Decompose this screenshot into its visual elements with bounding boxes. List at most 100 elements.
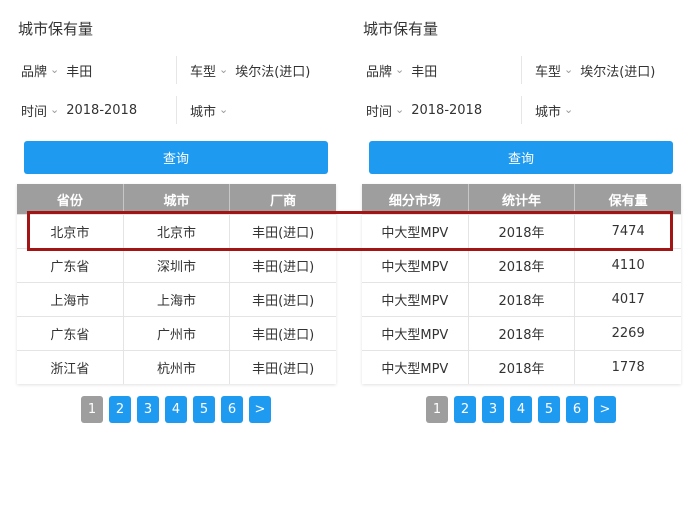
- filter-label: 城市: [190, 104, 217, 120]
- page-title: 城市保有量: [363, 20, 439, 38]
- chevron-down-icon: ⌄: [395, 102, 405, 116]
- table-cell: 上海市: [124, 283, 231, 316]
- divider: [521, 96, 522, 124]
- filter-label: 品牌: [366, 64, 393, 80]
- table-cell: 广东省: [17, 317, 124, 350]
- table-cell: 2018年: [469, 249, 576, 282]
- table-cell: 4017: [611, 292, 645, 307]
- table-cell: 中大型MPV: [362, 283, 469, 316]
- page-button-6[interactable]: 6: [221, 396, 243, 423]
- column-header[interactable]: 城市: [124, 184, 231, 214]
- chevron-down-icon: ⌄: [50, 102, 60, 116]
- chevron-down-icon: ⌄: [395, 62, 405, 76]
- filter-value: 埃尔法(进口): [235, 64, 311, 80]
- column-header[interactable]: 厂商: [230, 184, 336, 214]
- page-button-5[interactable]: 5: [193, 396, 215, 423]
- left-panel: 城市保有量 品牌 ⌄ 丰田 车型 ⌄ 埃尔法(进口) 时间 ⌄ 2018-201…: [0, 0, 340, 525]
- model-filter[interactable]: 车型 ⌄ 埃尔法(进口): [190, 58, 310, 82]
- result-table: 细分市场 统计年 保有量 中大型MPV 2018年 7474 中大型MPV 20…: [362, 184, 681, 384]
- table-cell: 丰田(进口): [252, 260, 315, 275]
- query-button[interactable]: 查询: [369, 141, 673, 174]
- column-header[interactable]: 细分市场: [362, 184, 469, 214]
- table-cell: 丰田(进口): [252, 226, 315, 241]
- table-cell: 4110: [611, 258, 645, 273]
- table-header: 细分市场 统计年 保有量: [362, 184, 681, 214]
- query-button[interactable]: 查询: [24, 141, 328, 174]
- table-row[interactable]: 中大型MPV 2018年 4017: [362, 282, 681, 316]
- table-cell: 2018年: [469, 215, 576, 248]
- table-row[interactable]: 北京市 北京市 丰田(进口): [17, 214, 336, 248]
- column-header[interactable]: 省份: [17, 184, 124, 214]
- table-cell: 中大型MPV: [362, 351, 469, 384]
- column-header[interactable]: 保有量: [575, 184, 681, 214]
- table-cell: 杭州市: [124, 351, 231, 384]
- table-cell: 深圳市: [124, 249, 231, 282]
- model-filter[interactable]: 车型 ⌄ 埃尔法(进口): [535, 58, 655, 82]
- table-cell: 上海市: [17, 283, 124, 316]
- table-row[interactable]: 广东省 深圳市 丰田(进口): [17, 248, 336, 282]
- brand-filter[interactable]: 品牌 ⌄ 丰田: [366, 58, 437, 82]
- divider: [176, 56, 177, 84]
- pagination: 1 2 3 4 5 6 >: [426, 396, 622, 423]
- right-panel: 城市保有量 品牌 ⌄ 丰田 车型 ⌄ 埃尔法(进口) 时间 ⌄ 2018-201…: [345, 0, 685, 525]
- filter-label: 品牌: [21, 64, 48, 80]
- page-button-2[interactable]: 2: [454, 396, 476, 423]
- page-button-1[interactable]: 1: [81, 396, 103, 423]
- table-cell: 广州市: [124, 317, 231, 350]
- filter-label: 城市: [535, 104, 562, 120]
- table-cell: 2018年: [469, 351, 576, 384]
- table-cell: 浙江省: [17, 351, 124, 384]
- filter-value: 埃尔法(进口): [580, 64, 656, 80]
- filter-value: 丰田: [411, 64, 438, 80]
- filter-value: 2018-2018: [411, 102, 483, 118]
- table-row[interactable]: 中大型MPV 2018年 1778: [362, 350, 681, 384]
- divider: [521, 56, 522, 84]
- city-filter[interactable]: 城市 ⌄: [190, 98, 235, 122]
- table-row[interactable]: 上海市 上海市 丰田(进口): [17, 282, 336, 316]
- table-cell: 丰田(进口): [252, 362, 315, 377]
- table-cell: 中大型MPV: [362, 317, 469, 350]
- table-cell: 中大型MPV: [362, 249, 469, 282]
- table-cell: 1778: [611, 360, 645, 375]
- table-cell: 北京市: [124, 215, 231, 248]
- chevron-down-icon: ⌄: [564, 102, 574, 116]
- next-page-button[interactable]: >: [249, 396, 271, 423]
- chevron-down-icon: ⌄: [564, 62, 574, 76]
- table-cell: 丰田(进口): [252, 328, 315, 343]
- page-button-5[interactable]: 5: [538, 396, 560, 423]
- table-cell: 广东省: [17, 249, 124, 282]
- table-row[interactable]: 中大型MPV 2018年 4110: [362, 248, 681, 282]
- time-filter[interactable]: 时间 ⌄ 2018-2018: [21, 98, 137, 122]
- table-cell: 2018年: [469, 283, 576, 316]
- table-row[interactable]: 浙江省 杭州市 丰田(进口): [17, 350, 336, 384]
- column-header[interactable]: 统计年: [469, 184, 576, 214]
- filter-label: 车型: [535, 64, 562, 80]
- page-button-4[interactable]: 4: [165, 396, 187, 423]
- page-button-3[interactable]: 3: [482, 396, 504, 423]
- filter-label: 时间: [366, 104, 393, 120]
- table-row[interactable]: 广东省 广州市 丰田(进口): [17, 316, 336, 350]
- next-page-button[interactable]: >: [594, 396, 616, 423]
- filter-value: 2018-2018: [66, 102, 138, 118]
- page-button-1[interactable]: 1: [426, 396, 448, 423]
- table-header: 省份 城市 厂商: [17, 184, 336, 214]
- chevron-down-icon: ⌄: [219, 102, 229, 116]
- page-button-3[interactable]: 3: [137, 396, 159, 423]
- city-filter[interactable]: 城市 ⌄: [535, 98, 580, 122]
- result-table: 省份 城市 厂商 北京市 北京市 丰田(进口) 广东省 深圳市 丰田(进口) 上…: [17, 184, 336, 384]
- table-cell: 中大型MPV: [362, 215, 469, 248]
- chevron-down-icon: ⌄: [50, 62, 60, 76]
- filter-value: 丰田: [66, 64, 93, 80]
- page-button-4[interactable]: 4: [510, 396, 532, 423]
- page-button-6[interactable]: 6: [566, 396, 588, 423]
- table-cell: 2018年: [469, 317, 576, 350]
- pagination: 1 2 3 4 5 6 >: [81, 396, 277, 423]
- table-row[interactable]: 中大型MPV 2018年 7474: [362, 214, 681, 248]
- table-row[interactable]: 中大型MPV 2018年 2269: [362, 316, 681, 350]
- divider: [176, 96, 177, 124]
- page-title: 城市保有量: [18, 20, 94, 38]
- table-cell: 2269: [611, 326, 645, 341]
- page-button-2[interactable]: 2: [109, 396, 131, 423]
- time-filter[interactable]: 时间 ⌄ 2018-2018: [366, 98, 482, 122]
- brand-filter[interactable]: 品牌 ⌄ 丰田: [21, 58, 92, 82]
